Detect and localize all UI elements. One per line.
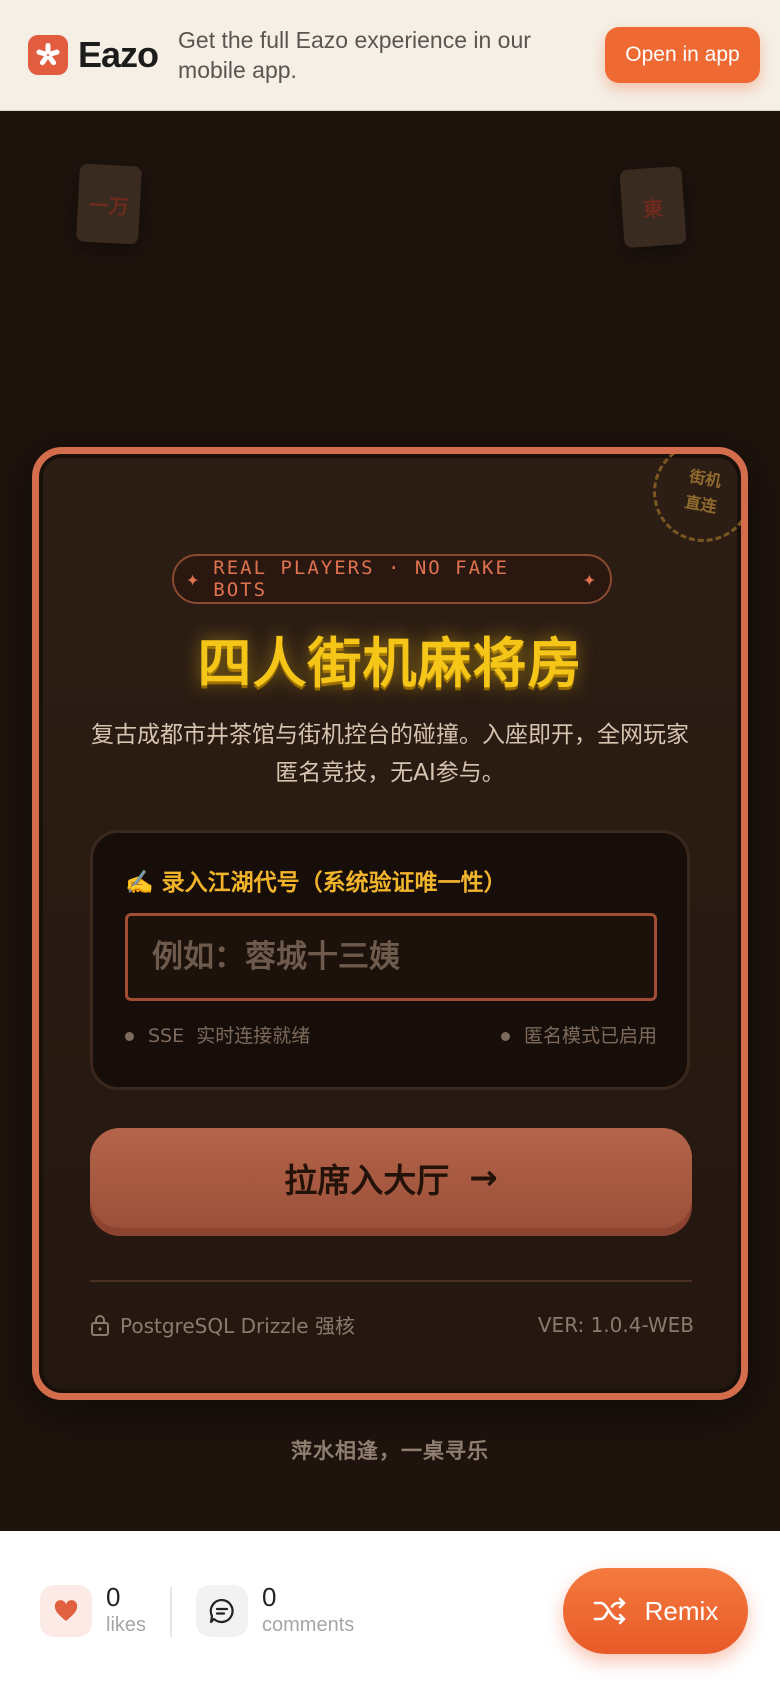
nickname-panel: ✍️ 录入江湖代号（系统验证唯一性） SSE 实时连接就绪 匿名模式已启用 (90, 830, 690, 1090)
enter-lobby-button-face: 拉席入大厅 → (90, 1128, 692, 1228)
badge-text: REAL PLAYERS · NO FAKE BOTS (213, 557, 509, 601)
tagline: 萍水相逢，一桌寻乐 (291, 1439, 489, 1463)
arrow-right-icon: → (469, 1158, 498, 1198)
anonymous-status: 匿名模式已启用 (500, 1021, 657, 1048)
nickname-input[interactable] (125, 913, 657, 1001)
comments-button[interactable]: 0 comments (196, 1583, 354, 1639)
brand-name: Eazo (78, 34, 159, 75)
sparkle-icon: ✦ (582, 566, 598, 592)
card-footer: PostgreSQL Drizzle 强核 VER: 1.0.4-WEB (90, 1310, 694, 1339)
likes-label: likes (106, 1614, 147, 1636)
comments-text: 0 comments (262, 1583, 354, 1639)
nickname-label: ✍️ 录入江湖代号（系统验证唯一性） (125, 870, 507, 896)
open-in-app-button[interactable]: Open in app (605, 27, 760, 83)
lock-icon (90, 1314, 110, 1336)
likes-button[interactable]: 0 likes (40, 1583, 146, 1639)
status-dot-icon (125, 1032, 134, 1041)
likes-count: 0 (106, 1582, 121, 1612)
stamp-text: 街机 直连 (683, 466, 723, 517)
remix-button[interactable]: Remix (563, 1568, 748, 1654)
comments-count: 0 (262, 1582, 277, 1612)
enter-lobby-label: 拉席入大厅 (284, 1161, 450, 1200)
mahjong-tile-decoration: 一万 (76, 163, 142, 245)
sse-status-text: SSE 实时连接就绪 (148, 1025, 311, 1047)
connection-status-row: SSE 实时连接就绪 匿名模式已启用 (125, 1021, 657, 1048)
banner-message: Get the full Eazo experience in our mobi… (178, 27, 531, 83)
comment-icon (196, 1585, 248, 1637)
arcade-stamp: 街机 直连 (645, 454, 741, 550)
db-info: PostgreSQL Drizzle 强核 (90, 1310, 355, 1339)
db-info-text: PostgreSQL Drizzle 强核 (120, 1314, 355, 1338)
page-subtitle: 复古成都市井茶馆与街机控台的碰撞。入座即开，全网玩家匿名竞技，无AI参与。 (91, 722, 689, 786)
comments-label: comments (262, 1614, 355, 1636)
sse-status: SSE 实时连接就绪 (125, 1021, 310, 1048)
likes-text: 0 likes (106, 1583, 146, 1639)
remix-label: Remix (644, 1595, 719, 1626)
divider (90, 1280, 692, 1282)
shuffle-icon (593, 1596, 627, 1626)
page-title: 四人街机麻将房 (197, 632, 583, 695)
status-dot-icon (500, 1032, 510, 1041)
lobby-card: 街机 直连 ✦ REAL PLAYERS · NO FAKE BOTS ✦ 四人… (32, 447, 748, 1400)
eazo-logo-icon (28, 35, 68, 75)
real-players-badge: ✦ REAL PLAYERS · NO FAKE BOTS ✦ (172, 554, 612, 604)
app-banner: Eazo Get the full Eazo experience in our… (0, 0, 780, 111)
enter-lobby-button[interactable]: 拉席入大厅 → (90, 1128, 692, 1236)
mahjong-tile-decoration: 東 (619, 165, 687, 249)
sparkle-icon: ✦ (186, 566, 202, 592)
bottom-action-bar: 0 likes 0 comments Remix (0, 1531, 780, 1688)
divider (170, 1587, 172, 1637)
anonymous-status-text: 匿名模式已启用 (523, 1025, 657, 1047)
version-text: VER: 1.0.4-WEB (537, 1312, 694, 1337)
brand[interactable]: Eazo (28, 34, 159, 76)
heart-icon (40, 1585, 92, 1637)
